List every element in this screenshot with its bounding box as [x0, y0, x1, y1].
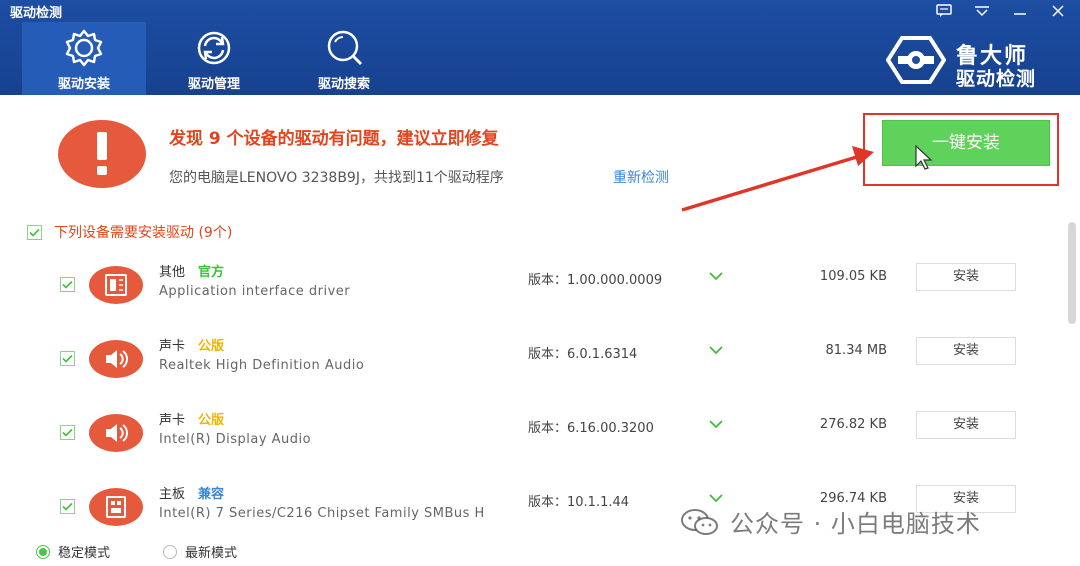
install-button[interactable]: 安装 — [916, 337, 1016, 365]
chevron-down-icon[interactable] — [708, 491, 724, 505]
speaker-icon — [89, 414, 143, 452]
device-name: Application interface driver — [159, 284, 351, 299]
brand-subtitle: 驱动检测 — [956, 68, 1037, 90]
driver-version: 版本：6.16.00.3200 — [528, 421, 654, 436]
driver-version: 版本：10.1.1.44 — [528, 495, 630, 510]
tab-label: 驱动安装 — [57, 77, 110, 92]
system-info-text: 您的电脑是LENOVO 3238B9J，共找到11个驱动程序 — [169, 170, 504, 186]
window-controls — [932, 2, 1070, 20]
tab-driver-search[interactable]: 驱动搜索 — [282, 22, 406, 95]
brand: 鲁大师 驱动检测 — [886, 32, 1066, 90]
select-all-checkbox[interactable] — [27, 224, 42, 240]
ludashi-logo — [886, 36, 946, 84]
mode-latest[interactable]: 最新模式 — [163, 542, 237, 561]
watermark: 公众号 · 小白电脑技术 — [680, 504, 981, 539]
install-button[interactable]: 安装 — [916, 263, 1016, 291]
speaker-icon — [89, 340, 143, 378]
driver-version: 版本：1.00.000.0009 — [528, 273, 663, 288]
close-icon[interactable] — [1046, 2, 1070, 20]
row-checkbox[interactable] — [60, 425, 75, 440]
device-category: 声卡 — [159, 339, 186, 354]
refresh-icon — [197, 31, 231, 65]
minimize-icon[interactable] — [1008, 2, 1032, 20]
row-checkbox[interactable] — [60, 351, 75, 366]
wechat-icon — [681, 508, 718, 535]
driver-tag: 官方 — [198, 265, 225, 280]
device-name: Intel(R) Display Audio — [159, 432, 312, 447]
highlight-annotation-box — [863, 113, 1059, 186]
driver-row: 声卡 公版 Realtek High Definition Audio 版本：6… — [0, 337, 1070, 411]
motherboard-icon — [89, 488, 143, 526]
tab-driver-manage[interactable]: 驱动管理 — [152, 22, 276, 95]
mode-label: 稳定模式 — [58, 546, 111, 561]
watermark-text: 公众号 · 小白电脑技术 — [730, 510, 981, 538]
driver-size: 276.82 KB — [819, 417, 887, 432]
alert-icon — [58, 120, 146, 188]
menu-icon[interactable] — [970, 2, 994, 20]
device-name: Realtek High Definition Audio — [159, 358, 365, 373]
chip-card-icon — [89, 266, 143, 304]
problem-headline: 发现 9 个设备的驱动有问题，建议立即修复 — [169, 129, 499, 149]
chevron-down-icon[interactable] — [708, 269, 724, 283]
mode-label: 最新模式 — [185, 546, 238, 561]
driver-version: 版本：6.0.1.6314 — [528, 347, 638, 362]
driver-tag: 公版 — [198, 413, 225, 428]
tab-label: 驱动管理 — [187, 77, 240, 92]
list-scrollbar[interactable] — [1068, 222, 1076, 324]
gear-icon — [65, 29, 103, 67]
window-title: 驱动检测 — [10, 6, 63, 21]
driver-tag: 兼容 — [198, 487, 225, 502]
driver-row: 声卡 公版 Intel(R) Display Audio 版本：6.16.00.… — [0, 411, 1070, 485]
driver-size: 81.34 MB — [825, 343, 887, 358]
tab-driver-install[interactable]: 驱动安装 — [22, 22, 146, 95]
driver-row: 其他 官方 Application interface driver 版本：1.… — [0, 263, 1070, 337]
chevron-down-icon[interactable] — [708, 343, 724, 357]
device-name: Intel(R) 7 Series/C216 Chipset Family SM… — [159, 506, 485, 521]
rescan-link[interactable]: 重新检测 — [613, 167, 669, 187]
row-checkbox[interactable] — [60, 277, 75, 292]
device-category: 声卡 — [159, 413, 186, 428]
driver-size: 109.05 KB — [819, 269, 887, 284]
title-bar-header: 驱动检测 驱动安装 驱动管理 驱动搜索 鲁大师 驱动检测 — [0, 0, 1080, 95]
tab-label: 驱动搜索 — [317, 77, 370, 92]
section-title: 下列设备需要安装驱动 (9个) — [54, 225, 233, 241]
chat-icon[interactable] — [932, 2, 956, 20]
chevron-down-icon[interactable] — [708, 417, 724, 431]
row-checkbox[interactable] — [60, 499, 75, 514]
device-category: 主板 — [159, 487, 186, 502]
install-button[interactable]: 安装 — [916, 411, 1016, 439]
mode-stable[interactable]: 稳定模式 — [36, 542, 110, 561]
device-category: 其他 — [159, 265, 186, 280]
search-icon — [327, 30, 363, 66]
section-header: 下列设备需要安装驱动 (9个) — [27, 222, 232, 242]
driver-tag: 公版 — [198, 339, 225, 354]
stable-mode-radio[interactable] — [36, 544, 50, 559]
latest-mode-radio[interactable] — [163, 544, 177, 559]
